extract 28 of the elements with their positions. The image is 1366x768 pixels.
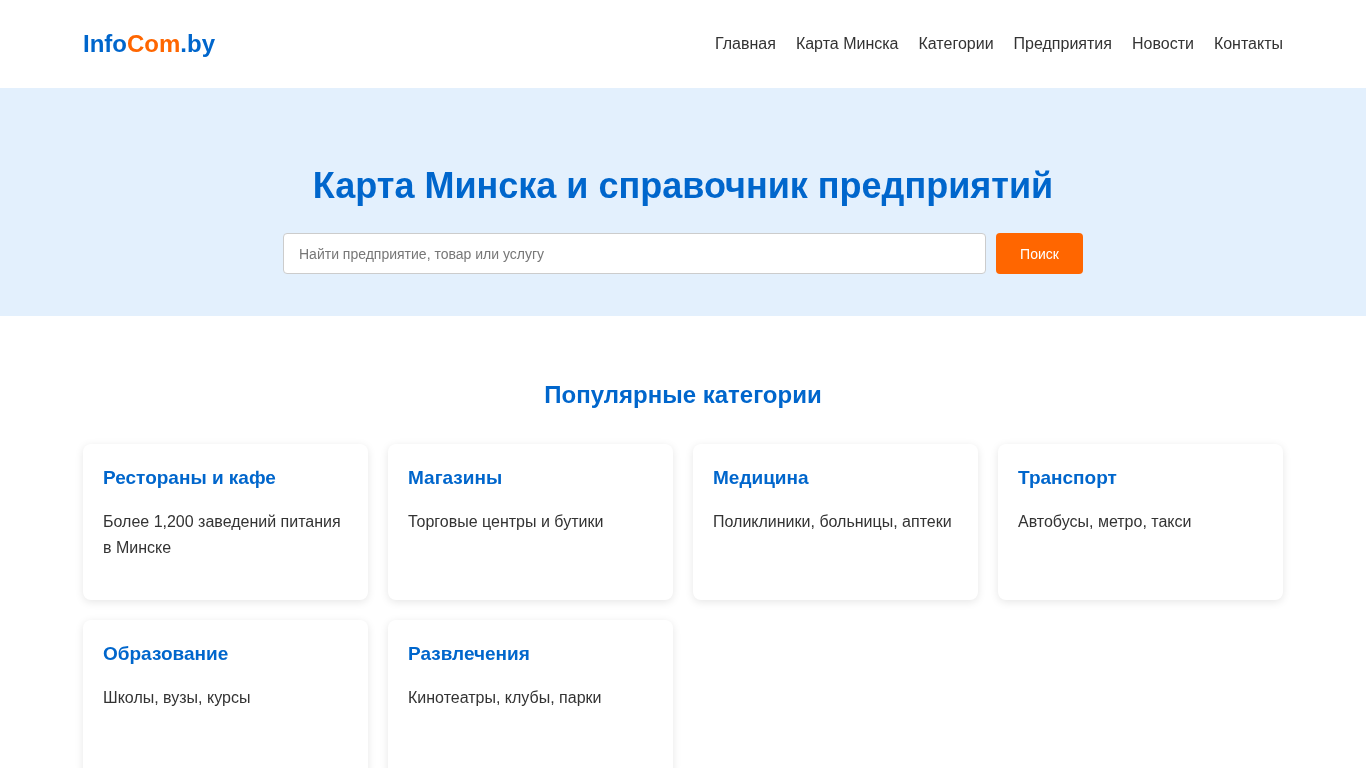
search-field[interactable]: Найти предприятие, товар или услугу (283, 233, 986, 274)
category-card[interactable]: Магазины Торговые центры и бутики (388, 444, 673, 600)
section-heading: Популярные категории (543, 380, 823, 410)
category-title: Медицина (713, 466, 810, 490)
category-description: Поликлиники, больницы, аптеки (713, 512, 953, 532)
category-description: Школы, вузы, курсы (103, 688, 252, 708)
category-card[interactable]: Образование Школы, вузы, курсы (83, 620, 368, 768)
category-title: Магазины (408, 466, 504, 490)
nav-link[interactable]: Контакты (1213, 35, 1283, 53)
category-title: Транспорт (1018, 466, 1118, 490)
nav-link[interactable]: Карта Минска (795, 35, 899, 53)
site-logo[interactable]: InfoCom.by (83, 30, 215, 58)
nav-link[interactable]: Новости (1131, 35, 1194, 53)
category-card[interactable]: Рестораны и кафе Более 1,200 заведений питания в Минске (83, 444, 368, 600)
category-description: Более 1,200 заведений питания в Минске (103, 512, 342, 558)
category-description: Торговые центры и бутики (408, 512, 605, 532)
category-description: Автобусы, метро, такси (1018, 512, 1193, 532)
category-description: Кинотеатры, клубы, парки (408, 688, 603, 708)
category-card[interactable]: Медицина Поликлиники, больницы, аптеки (693, 444, 978, 600)
category-title: Развлечения (408, 642, 531, 666)
category-card[interactable]: Развлечения Кинотеатры, клубы, парки (388, 620, 673, 768)
nav-link[interactable]: Главная (715, 35, 776, 53)
nav-link[interactable]: Категории (918, 35, 994, 53)
page-heading: Карта Минска и справочник предприятий (312, 164, 1054, 208)
nav-link[interactable]: Предприятия (1013, 35, 1112, 53)
category-title: Рестораны и кафе (103, 466, 277, 490)
category-title: Образование (103, 642, 230, 666)
category-card[interactable]: Транспорт Автобусы, метро, такси (998, 444, 1283, 600)
